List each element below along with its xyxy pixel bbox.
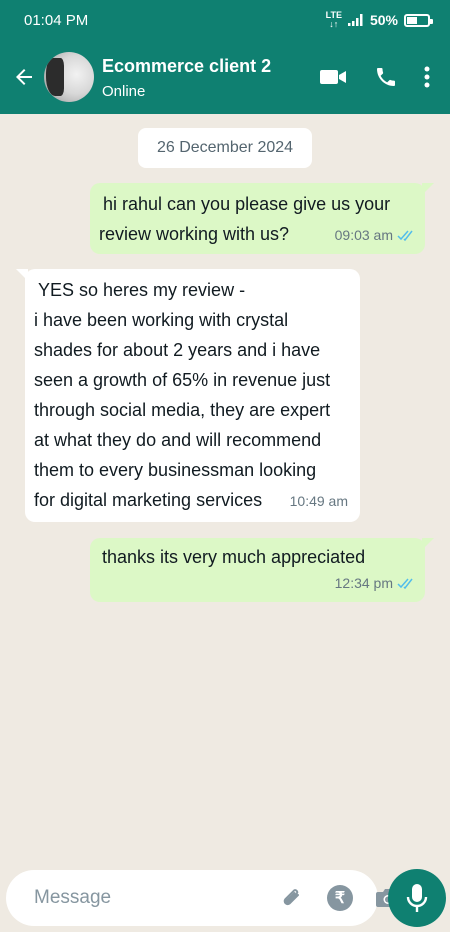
message-incoming[interactable]: YES so heres my review - i have been wor…	[16, 269, 360, 522]
chat-header: Ecommerce client 2 Online	[0, 40, 450, 114]
message-time: 09:03 am	[335, 220, 415, 250]
status-indicators: LTE ↓↑ 50%	[325, 10, 433, 29]
message-text: i have been working with crystal	[34, 310, 289, 330]
status-time: 01:04 PM	[24, 11, 89, 29]
header-actions	[320, 65, 430, 89]
bubble-tail	[422, 538, 434, 550]
avatar[interactable]	[44, 52, 94, 102]
message-text: review working with us?	[99, 224, 290, 244]
more-options-icon[interactable]	[424, 66, 430, 88]
message-outgoing[interactable]: hi rahul can you please give us your rev…	[90, 183, 434, 254]
attach-icon[interactable]	[279, 885, 305, 911]
battery-percent: 50%	[369, 12, 398, 28]
message-composer: ₹	[6, 870, 400, 926]
message-text: them to every businessman looking	[34, 460, 317, 480]
mic-button[interactable]	[388, 869, 446, 927]
mic-icon	[406, 884, 428, 912]
message-text: YES so heres my review -	[38, 280, 246, 300]
bubble-tail	[422, 183, 434, 195]
message-text: shades for about 2 years and i have	[34, 340, 321, 360]
bubble-tail	[16, 269, 28, 281]
contact-status: Online	[102, 82, 146, 100]
message-time: 12:34 pm	[335, 568, 415, 598]
message-time: 10:49 am	[289, 493, 348, 509]
read-receipt-icon	[397, 578, 413, 589]
signal-icon	[347, 14, 363, 26]
read-receipt-icon	[397, 230, 413, 241]
message-input[interactable]	[34, 887, 279, 909]
network-type: LTE ↓↑	[325, 10, 342, 29]
message-outgoing[interactable]: thanks its very much appreciated 12:34 p…	[90, 538, 434, 602]
status-bar: 01:04 PM LTE ↓↑ 50%	[0, 0, 450, 40]
message-text: for digital marketing services	[34, 490, 263, 510]
date-separator: 26 December 2024	[138, 128, 312, 168]
phone-call-icon[interactable]	[374, 65, 398, 89]
video-call-icon[interactable]	[320, 67, 348, 87]
payment-icon[interactable]: ₹	[327, 885, 353, 911]
message-text: at what they do and will recommend	[34, 430, 322, 450]
back-arrow-icon[interactable]	[4, 57, 44, 97]
battery-icon	[404, 13, 433, 27]
contact-name: Ecommerce client 2	[102, 55, 272, 76]
message-text: through social media, they are expert	[34, 400, 331, 420]
composer-actions: ₹	[279, 885, 401, 911]
message-text: hi rahul can you please give us your	[103, 194, 391, 214]
contact-info[interactable]: Ecommerce client 2 Online	[102, 55, 320, 100]
message-text: seen a growth of 65% in revenue just	[34, 370, 331, 390]
